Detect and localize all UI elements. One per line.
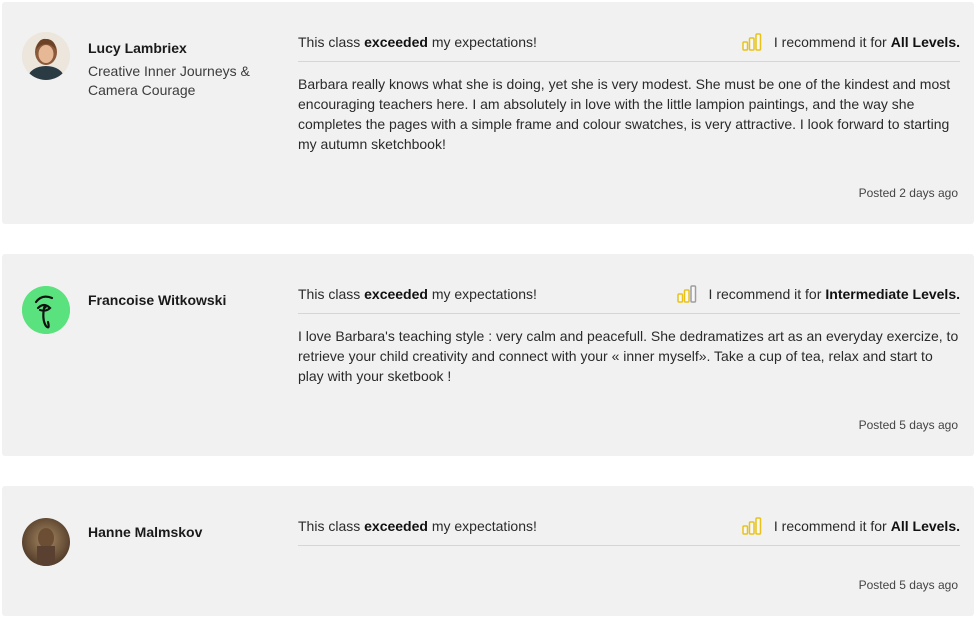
level-recommendation: I recommend it for Intermediate Levels. [676,284,960,303]
green-face-drawing-avatar[interactable] [22,286,70,334]
review-body: This class exceeded my expectations! I r… [298,32,960,154]
review-headline-row: This class exceeded my expectations! I r… [298,32,960,62]
author-info: Lucy Lambriex Creative Inner Journeys & … [88,40,278,100]
review-headline: This class exceeded my expectations! [298,285,537,302]
author-info: Hanne Malmskov [88,524,278,546]
review-card: Lucy Lambriex Creative Inner Journeys & … [2,2,974,224]
posted-date: Posted 5 days ago [858,578,958,592]
author-name[interactable]: Lucy Lambriex [88,40,278,56]
level-bars-icon [676,284,696,303]
author-name[interactable]: Francoise Witkowski [88,292,278,308]
posted-date: Posted 2 days ago [858,186,958,200]
review-headline-row: This class exceeded my expectations! I r… [298,284,960,314]
woman-portrait-avatar[interactable] [22,32,70,80]
review-headline: This class exceeded my expectations! [298,33,537,50]
review-card: Hanne Malmskov This class exceeded my ex… [2,486,974,616]
level-recommendation: I recommend it for All Levels. [742,32,960,51]
level-recommendation: I recommend it for All Levels. [742,516,960,535]
level-bars-icon [742,32,762,51]
level-bars-icon [742,516,762,535]
class-name[interactable]: Creative Inner Journeys & Camera Courage [88,62,278,100]
author-name[interactable]: Hanne Malmskov [88,524,278,540]
review-headline: This class exceeded my expectations! [298,517,537,534]
review-card: Francoise Witkowski This class exceeded … [2,254,974,456]
brown-photo-avatar[interactable] [22,518,70,566]
review-headline-row: This class exceeded my expectations! I r… [298,516,960,546]
review-body: This class exceeded my expectations! I r… [298,284,960,386]
review-body: This class exceeded my expectations! I r… [298,516,960,546]
posted-date: Posted 5 days ago [858,418,958,432]
author-info: Francoise Witkowski [88,292,278,314]
review-text: I love Barbara's teaching style : very c… [298,328,959,384]
review-text: Barbara really knows what she is doing, … [298,76,951,152]
